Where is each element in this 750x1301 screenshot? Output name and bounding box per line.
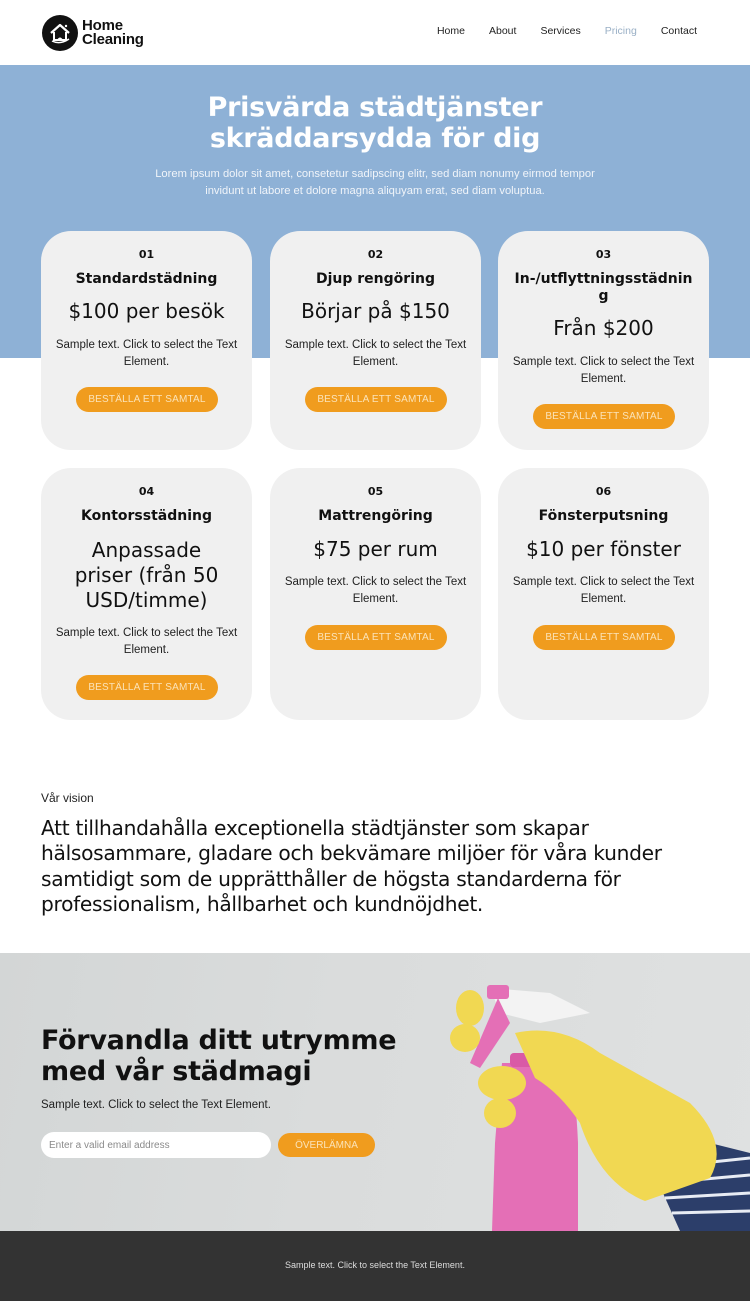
cta-title: Förvandla ditt utrymme med vår städmagi <box>41 1025 397 1087</box>
pricing-card-standard: 01 Standardstädning $100 per besök Sampl… <box>41 231 252 450</box>
card-description: Sample text. Click to select the Text El… <box>55 339 238 368</box>
card-description: Sample text. Click to select the Text El… <box>284 576 467 605</box>
house-icon <box>42 15 78 51</box>
card-description: Sample text. Click to select the Text El… <box>55 627 238 656</box>
card-price: $100 per besök <box>68 299 225 323</box>
cta-title-line-2: med vår städmagi <box>41 1056 312 1087</box>
card-title: In-/utflyttningsstädning <box>514 271 693 304</box>
book-call-button[interactable]: BESTÄLLA ETT SAMTAL <box>305 387 447 412</box>
pricing-card-deep-clean: 02 Djup rengöring Börjar på $150 Sample … <box>270 231 481 450</box>
card-description: Sample text. Click to select the Text El… <box>512 576 695 605</box>
hero-text: Lorem ipsum dolor sit amet, consetetur s… <box>155 168 595 197</box>
card-number: 06 <box>595 485 612 498</box>
nav-about[interactable]: About <box>489 25 516 37</box>
spray-bottle-photo <box>450 985 750 1231</box>
card-price: Anpassade priser (från 50 USD/timme) <box>74 538 219 612</box>
card-number: 01 <box>138 248 155 261</box>
hero-title-line-1: Prisvärda städtjänster <box>207 92 543 123</box>
pricing-card-carpet: 05 Mattrengöring $75 per rum Sample text… <box>270 468 481 720</box>
logo-text: Home Cleaning <box>82 18 144 48</box>
hero-title: Prisvärda städtjänster skräddarsydda för… <box>0 92 750 154</box>
cta-section: Förvandla ditt utrymme med vår städmagi … <box>0 953 750 1231</box>
card-price: Från $200 <box>553 316 654 340</box>
card-title: Djup rengöring <box>316 271 435 287</box>
nav-contact[interactable]: Contact <box>661 25 697 37</box>
card-price: $75 per rum <box>313 537 438 561</box>
book-call-button[interactable]: BESTÄLLA ETT SAMTAL <box>533 404 675 429</box>
card-number: 03 <box>595 248 612 261</box>
footer-text: Sample text. Click to select the Text El… <box>285 1260 465 1270</box>
pricing-card-move-clean: 03 In-/utflyttningsstädning Från $200 Sa… <box>498 231 709 450</box>
vision-statement: Att tillhandahålla exceptionella städtjä… <box>41 816 662 916</box>
site-header: Home Cleaning Home About Services Pricin… <box>0 0 750 65</box>
book-call-button[interactable]: BESTÄLLA ETT SAMTAL <box>305 625 447 650</box>
book-call-button[interactable]: BESTÄLLA ETT SAMTAL <box>533 625 675 650</box>
vision-label: Vår vision <box>41 791 94 805</box>
site-footer: Sample text. Click to select the Text El… <box>0 1231 750 1301</box>
card-title: Fönsterputsning <box>538 508 669 524</box>
book-call-button[interactable]: BESTÄLLA ETT SAMTAL <box>76 675 218 700</box>
card-price: $10 per fönster <box>526 537 681 561</box>
logo[interactable]: Home Cleaning <box>42 15 144 51</box>
card-price: Börjar på $150 <box>301 299 450 323</box>
cta-text: Sample text. Click to select the Text El… <box>41 1099 271 1111</box>
nav-pricing[interactable]: Pricing <box>605 25 637 37</box>
cta-title-line-1: Förvandla ditt utrymme <box>41 1025 397 1056</box>
card-number: 05 <box>367 485 384 498</box>
hero-title-line-2: skräddarsydda för dig <box>209 123 541 154</box>
card-title: Kontorsstädning <box>81 508 212 524</box>
pricing-card-window: 06 Fönsterputsning $10 per fönster Sampl… <box>498 468 709 720</box>
card-description: Sample text. Click to select the Text El… <box>284 339 467 368</box>
email-input[interactable] <box>41 1132 271 1158</box>
card-number: 02 <box>367 248 384 261</box>
pricing-card-office: 04 Kontorsstädning Anpassade priser (frå… <box>41 468 252 720</box>
nav-services[interactable]: Services <box>540 25 580 37</box>
main-nav: Home About Services Pricing Contact <box>413 25 697 37</box>
nav-home[interactable]: Home <box>437 25 465 37</box>
card-title: Standardstädning <box>75 271 218 287</box>
logo-line-2: Cleaning <box>82 31 144 48</box>
card-title: Mattrengöring <box>318 508 433 524</box>
card-description: Sample text. Click to select the Text El… <box>512 356 695 385</box>
submit-button[interactable]: ÖVERLÄMNA <box>278 1133 375 1157</box>
card-number: 04 <box>138 485 155 498</box>
book-call-button[interactable]: BESTÄLLA ETT SAMTAL <box>76 387 218 412</box>
